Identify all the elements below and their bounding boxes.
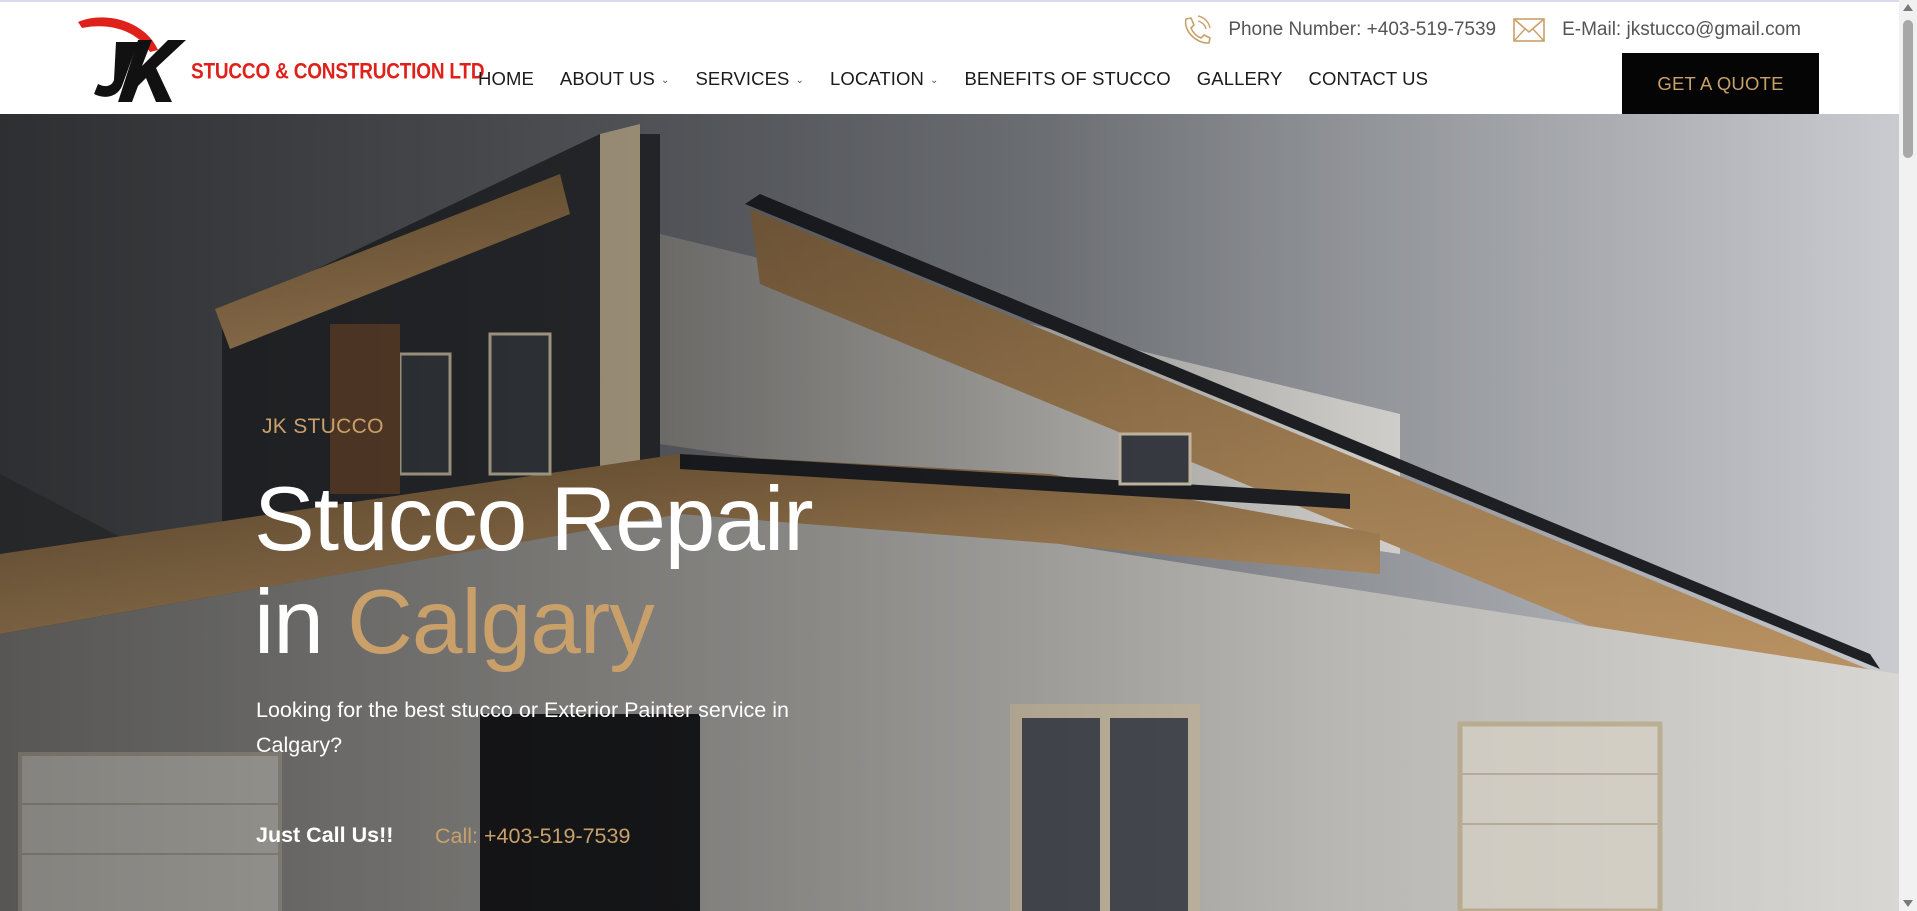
- call-lead-text: Just Call Us!!: [256, 823, 394, 847]
- headline-line-2-prefix: in: [254, 572, 348, 673]
- nav-item-label: ABOUT US: [559, 68, 655, 89]
- nav-item-label: LOCATION: [829, 68, 924, 89]
- nav-item-label: HOME: [478, 68, 534, 89]
- contact-topbar: Phone Number: +403-519-7539 E-Mail: jkst…: [1178, 14, 1801, 46]
- nav-item-contact-us[interactable]: CONTACT US: [1309, 68, 1429, 90]
- phone-icon: [1178, 14, 1212, 46]
- chevron-down-icon: ⌄: [660, 74, 670, 86]
- scroll-up-arrow-icon[interactable]: [1903, 4, 1913, 11]
- nav-item-benefits-of-stucco[interactable]: BENEFITS OF STUCCO: [964, 68, 1170, 90]
- scroll-down-arrow-icon[interactable]: [1903, 900, 1913, 907]
- hero-headline: Stucco Repair in Calgary: [254, 468, 814, 674]
- nav-item-label: GALLERY: [1196, 68, 1283, 89]
- nav-item-about-us[interactable]: ABOUT US ⌄: [560, 68, 670, 90]
- hero-section: JK STUCCO Stucco Repair in Calgary Looki…: [0, 114, 1899, 911]
- call-number-link[interactable]: Call: +403-519-7539: [435, 824, 630, 849]
- scrollbar-thumb[interactable]: [1903, 20, 1913, 158]
- mail-icon: [1512, 14, 1546, 46]
- nav-item-label: BENEFITS OF STUCCO: [964, 68, 1171, 89]
- nav-item-location[interactable]: LOCATION ⌄: [830, 68, 938, 90]
- nav-item-label: SERVICES: [695, 68, 790, 89]
- nav-item-label: CONTACT US: [1308, 68, 1429, 89]
- hero-subtext: Looking for the best stucco or Exterior …: [256, 698, 789, 757]
- nav-item-services[interactable]: SERVICES ⌄: [695, 68, 804, 90]
- headline-line-1: Stucco Repair: [254, 469, 814, 570]
- nav-item-gallery[interactable]: GALLERY: [1197, 68, 1283, 90]
- headline-accent-city: Calgary: [347, 572, 655, 673]
- phone-number-text[interactable]: Phone Number: +403-519-7539: [1228, 19, 1496, 41]
- main-nav: HOME ABOUT US ⌄ SERVICES ⌄ LOCATION ⌄ BE…: [478, 68, 1454, 90]
- hero-eyebrow: JK STUCCO: [262, 415, 384, 438]
- page-scrollbar[interactable]: [1899, 0, 1917, 911]
- site-logo[interactable]: STUCCO & CONSTRUCTION LTD: [76, 14, 485, 106]
- get-a-quote-button[interactable]: GET A QUOTE: [1622, 53, 1819, 115]
- chevron-down-icon: ⌄: [929, 74, 939, 86]
- page: STUCCO & CONSTRUCTION LTD Phone Number: …: [0, 0, 1917, 911]
- email-text[interactable]: E-Mail: jkstucco@gmail.com: [1562, 19, 1801, 41]
- logo-tagline: STUCCO & CONSTRUCTION LTD: [191, 60, 485, 85]
- site-header: STUCCO & CONSTRUCTION LTD Phone Number: …: [0, 0, 1899, 115]
- nav-item-home[interactable]: HOME: [478, 68, 534, 90]
- chevron-down-icon: ⌄: [795, 74, 804, 86]
